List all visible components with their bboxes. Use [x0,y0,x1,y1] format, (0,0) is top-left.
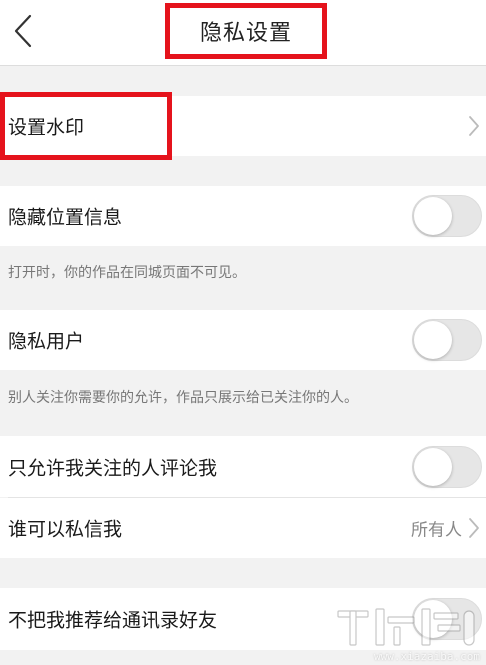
watermark-setting-row[interactable]: 设置水印 [0,96,486,156]
private-user-row: 隐私用户 [0,310,486,370]
title-highlight: 隐私设置 [165,3,327,59]
chevron-right-icon [468,115,480,137]
back-arrow-icon[interactable] [12,14,36,48]
private-user-note: 别人关注你需要你的允许，作品只展示给已关注你的人。 [8,390,358,406]
hide-location-note: 打开时，你的作品在同城页面不可见。 [8,265,246,281]
hide-location-label: 隐藏位置信息 [8,206,123,229]
comment-limit-label: 只允许我关注的人评论我 [8,457,218,479]
watermark-setting-label: 设置水印 [8,116,85,139]
comment-limit-row: 只允许我关注的人评论我 [0,436,486,497]
private-user-label: 隐私用户 [8,330,85,353]
toggle-knob [414,447,452,486]
private-user-toggle[interactable] [412,319,482,361]
who-can-message-row[interactable]: 谁可以私信我 所有人 [0,498,486,558]
hide-location-row: 隐藏位置信息 [0,186,486,246]
site-watermark-logo: www.xiazaiba.com [332,603,482,663]
who-can-message-value: 所有人 [411,520,462,541]
page-title: 隐私设置 [199,21,292,46]
nav-bar: 隐私设置 [0,0,486,66]
hide-location-toggle[interactable] [412,195,482,237]
comment-limit-toggle[interactable] [412,445,482,488]
watermark-url: www.xiazaiba.com [374,650,480,663]
who-can-message-label: 谁可以私信我 [8,518,123,541]
toggle-knob [414,197,452,235]
no-contact-recommend-label: 不把我推荐给通讯录好友 [8,609,218,632]
toggle-knob [414,321,452,359]
chevron-right-icon [468,517,480,539]
